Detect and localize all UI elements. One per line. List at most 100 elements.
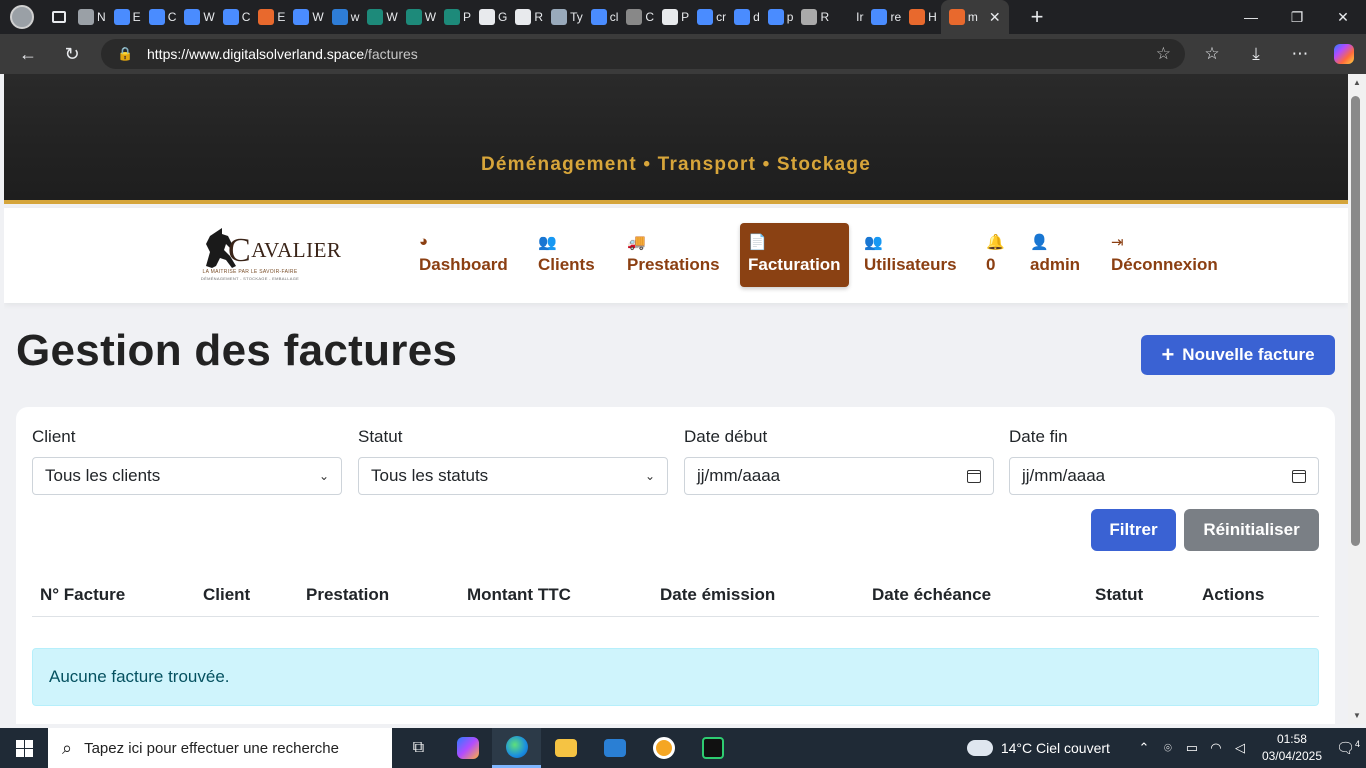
horse-icon <box>258 9 275 25</box>
meet-icon[interactable]: ⌾ <box>1156 740 1180 756</box>
back-button[interactable]: ← <box>6 34 50 74</box>
nav-utilisateurs[interactable]: 👥 Utilisateurs <box>856 223 965 287</box>
browser-tab[interactable]: P <box>658 0 693 34</box>
browser-tab[interactable]: G <box>475 0 511 34</box>
site-logo[interactable]: CAVALIER LA MAITRISE PAR LE SAVOIR-FAIRE… <box>200 224 341 286</box>
nav-facturation[interactable]: 📄 Facturation <box>740 223 849 287</box>
favorites-button[interactable]: ☆ <box>1190 34 1234 74</box>
nav-clients[interactable]: 👥 Clients <box>530 223 603 287</box>
more-button[interactable]: ⋯ <box>1278 34 1322 74</box>
chevron-up-icon[interactable]: ⌃ <box>1132 740 1156 756</box>
tab-label: P <box>681 10 690 24</box>
start-date-input[interactable]: jj/mm/aaaa <box>684 457 994 495</box>
browser-tab[interactable]: E <box>110 0 145 34</box>
folder-icon <box>554 739 577 757</box>
browser-tab[interactable]: W <box>363 0 401 34</box>
browser-tab[interactable]: N <box>74 0 110 34</box>
start-button[interactable] <box>0 728 48 768</box>
browser-tab[interactable]: cl <box>587 0 623 34</box>
col-issue-date[interactable]: Date émission <box>660 585 775 605</box>
weather-widget[interactable]: 14°C Ciel couvert <box>964 734 1110 756</box>
col-amount[interactable]: Montant TTC <box>467 585 571 605</box>
plus-icon: + <box>1161 342 1175 367</box>
page-scrollbar[interactable]: ▲ ▼ <box>1348 74 1366 724</box>
truck-icon: 🚚 <box>627 234 646 251</box>
url-field[interactable]: 🔒 https://www.digitalsolverland.space/fa… <box>101 39 1185 69</box>
task-view-button[interactable]: ⧉ <box>394 728 443 768</box>
wifi-icon[interactable]: ◠ <box>1204 740 1228 756</box>
maximize-button[interactable]: ❐ <box>1274 0 1320 34</box>
openai-icon <box>662 9 679 25</box>
status-filter: Statut Tous les statuts ⌄ <box>358 427 668 495</box>
explorer-taskbar-app[interactable] <box>541 728 590 768</box>
browser-tab[interactable]: R <box>511 0 547 34</box>
taskbar-search[interactable]: ⌕ Tapez ici pour effectuer une recherche <box>48 728 392 768</box>
calendar-icon[interactable] <box>1292 469 1306 483</box>
browser-tab[interactable]: C <box>219 0 255 34</box>
close-window-button[interactable]: ✕ <box>1320 0 1366 34</box>
browser-tab[interactable]: W <box>180 0 218 34</box>
col-status[interactable]: Statut <box>1095 585 1143 605</box>
browser-tab[interactable]: E <box>254 0 289 34</box>
orange-app-icon <box>652 737 675 759</box>
nav-notifications[interactable]: 🔔 0 <box>978 223 1013 287</box>
tab-label: W <box>386 10 398 24</box>
minimize-button[interactable]: — <box>1228 0 1274 34</box>
browser-tab[interactable]: C <box>622 0 658 34</box>
app-taskbar-green[interactable] <box>688 728 737 768</box>
reload-button[interactable]: ↻ <box>50 34 94 74</box>
browser-tab[interactable]: P <box>440 0 475 34</box>
calendar-icon[interactable] <box>967 469 981 483</box>
edge-taskbar-app[interactable] <box>492 728 541 768</box>
profile-avatar[interactable] <box>0 0 44 34</box>
nav-dashboard[interactable]: ◕ Dashboard <box>411 223 516 287</box>
browser-tab[interactable]: C <box>145 0 181 34</box>
nav-admin[interactable]: 👤 admin <box>1022 223 1088 287</box>
edge-icon <box>505 735 528 758</box>
slash-icon <box>222 9 239 25</box>
app-taskbar-orange[interactable] <box>639 728 688 768</box>
battery-icon[interactable]: ▭ <box>1180 740 1204 756</box>
nav-prestations[interactable]: 🚚 Prestations <box>619 223 728 287</box>
reset-button[interactable]: Réinitialiser <box>1184 509 1319 551</box>
browser-tab[interactable]: cr <box>693 0 730 34</box>
col-due-date[interactable]: Date échéance <box>872 585 991 605</box>
col-prestation[interactable]: Prestation <box>306 585 389 605</box>
browser-tab[interactable]: w <box>328 0 364 34</box>
mail-taskbar-app[interactable] <box>590 728 639 768</box>
browser-tab[interactable]: p <box>764 0 798 34</box>
downloads-button[interactable]: ⤓ <box>1234 34 1278 74</box>
end-date-input[interactable]: jj/mm/aaaa <box>1009 457 1319 495</box>
filter-button[interactable]: Filtrer <box>1091 509 1176 551</box>
scroll-thumb[interactable] <box>1351 96 1360 546</box>
browser-tab[interactable]: H <box>905 0 941 34</box>
client-select[interactable]: Tous les clients ⌄ <box>32 457 342 495</box>
nav-deconnexion[interactable]: ⇥ Déconnexion <box>1103 223 1226 287</box>
browser-tab[interactable]: Ty <box>547 0 587 34</box>
browser-tab-active[interactable]: m ✕ <box>940 0 1009 34</box>
page-viewport: Déménagement • Transport • Stockage CAVA… <box>4 74 1348 724</box>
cloudy-weather-icon <box>964 734 993 756</box>
browser-tab[interactable]: W <box>289 0 327 34</box>
col-invoice-number[interactable]: N° Facture <box>40 585 125 605</box>
copilot-button[interactable] <box>1322 34 1366 74</box>
col-client[interactable]: Client <box>203 585 250 605</box>
tab-actions-button[interactable] <box>44 0 74 34</box>
clock[interactable]: 01:58 03/04/2025 <box>1262 731 1322 765</box>
notification-center-icon[interactable]: 🗨4 <box>1336 739 1366 757</box>
browser-tab[interactable]: R <box>797 0 833 34</box>
search-icon <box>590 9 607 25</box>
favorite-star-icon[interactable]: ☆ <box>1156 44 1171 64</box>
volume-icon[interactable]: ◁ <box>1228 740 1252 756</box>
browser-tab[interactable]: re <box>867 0 905 34</box>
new-invoice-button[interactable]: + Nouvelle facture <box>1141 335 1335 375</box>
close-tab-icon[interactable]: ✕ <box>989 9 1001 26</box>
scroll-up-icon[interactable]: ▲ <box>1353 78 1361 87</box>
browser-tab[interactable]: d <box>730 0 764 34</box>
status-select[interactable]: Tous les statuts ⌄ <box>358 457 668 495</box>
new-tab-button[interactable]: + <box>1031 4 1044 30</box>
browser-tab[interactable]: W <box>402 0 440 34</box>
browser-tab[interactable]: Ir <box>833 0 867 34</box>
scroll-down-icon[interactable]: ▼ <box>1353 711 1361 720</box>
copilot-taskbar-app[interactable] <box>443 728 492 768</box>
